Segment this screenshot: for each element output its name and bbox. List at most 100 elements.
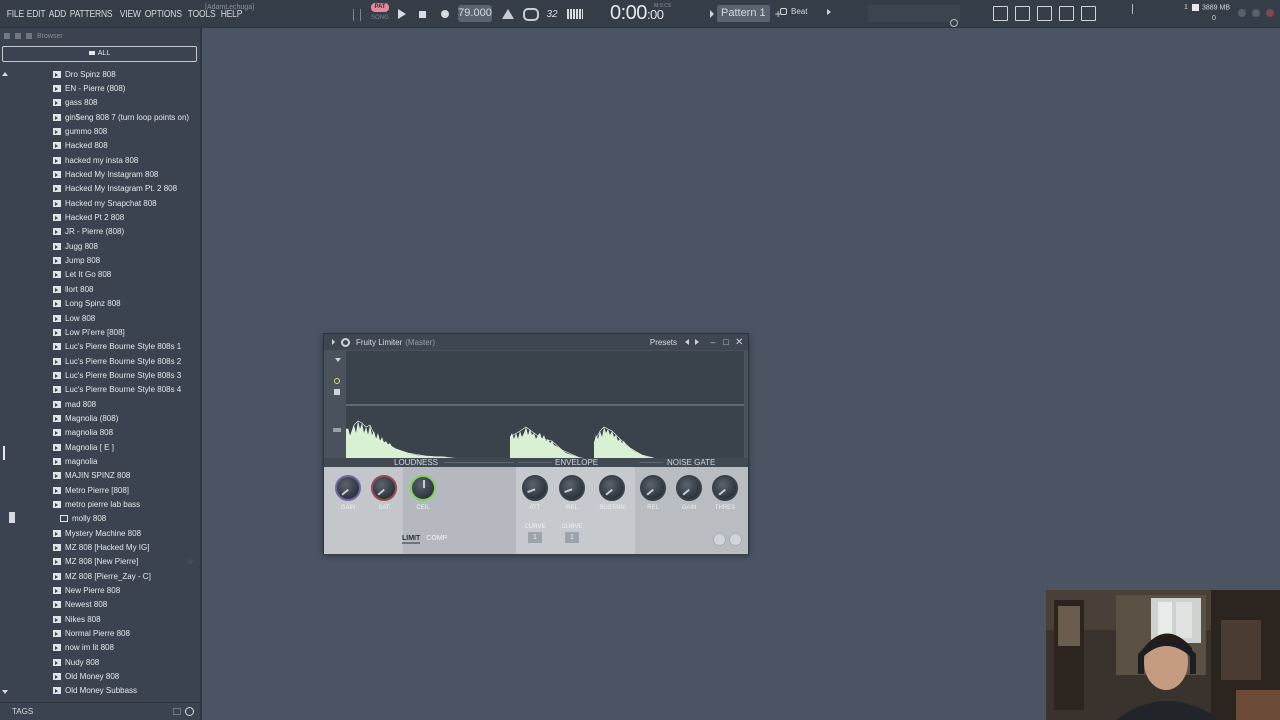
dropdown-arrow-icon[interactable] [335, 358, 341, 362]
list-item[interactable]: magnolia [0, 454, 200, 468]
scroll-down-icon[interactable] [2, 690, 8, 694]
zoom-slider[interactable] [333, 428, 341, 432]
pat-mode-label[interactable]: PAT [371, 3, 389, 12]
step-edit-icon[interactable]: 32 [544, 6, 560, 22]
scroll-position-marker[interactable] [3, 446, 5, 460]
preset-next-icon[interactable] [695, 339, 699, 345]
pencil-icon[interactable] [334, 389, 340, 395]
minimize-window-icon[interactable] [1238, 9, 1246, 17]
list-item[interactable]: Hacked My Instagram Pt. 2 808 [0, 182, 200, 196]
presets-button[interactable]: Presets [650, 338, 677, 347]
browser-back-icon[interactable] [26, 33, 32, 39]
list-item[interactable]: gin$eng 808 7 (turn loop points on) [0, 110, 200, 124]
left-button-icon[interactable] [713, 533, 726, 546]
browser-filter-all[interactable]: ALL [2, 46, 197, 62]
pattern-name[interactable]: Pattern 1 [717, 5, 770, 22]
close-window-icon[interactable] [1266, 9, 1274, 17]
song-mode-label[interactable]: SONG [371, 14, 389, 23]
list-item[interactable]: Normal Pierre 808 [0, 626, 200, 640]
snap-selector[interactable]: Beat [780, 7, 832, 16]
playlist-icon[interactable] [993, 6, 1008, 21]
list-item[interactable]: metro pierre lab bass [0, 497, 200, 511]
search-icon[interactable] [185, 707, 194, 716]
mixer-icon[interactable] [1059, 6, 1074, 21]
gear-icon[interactable] [341, 337, 350, 347]
list-item[interactable]: gass 808 [0, 96, 200, 110]
gate-release-knob[interactable] [640, 475, 666, 501]
browser-collapse-icon[interactable] [15, 33, 21, 39]
metronome-icon[interactable] [501, 6, 515, 22]
saturation-knob[interactable] [371, 475, 397, 501]
list-item[interactable]: Dro Spinz 808 [0, 67, 200, 81]
list-item[interactable]: molly 808 [0, 512, 200, 526]
list-item[interactable]: mad 808 [0, 397, 200, 411]
list-item[interactable]: Old Money 808 [0, 669, 200, 683]
collapse-tree-icon[interactable] [9, 512, 15, 523]
gate-gain-knob[interactable] [676, 475, 702, 501]
circle-tool-icon[interactable] [334, 378, 340, 384]
list-item[interactable]: MAJIN SPINZ 808 [0, 469, 200, 483]
list-item[interactable]: now im lit 808 [0, 641, 200, 655]
close-icon[interactable]: ✕ [735, 337, 743, 348]
menu-options[interactable]: OPTIONS [143, 9, 183, 20]
attack-knob[interactable] [522, 475, 548, 501]
record-icon[interactable] [439, 6, 451, 22]
release-knob[interactable] [559, 475, 585, 501]
list-item[interactable]: MZ 808 [Hacked My IG] [0, 540, 200, 554]
browser-options-icon[interactable] [4, 33, 10, 39]
menu-patterns[interactable]: PATTERNS [68, 9, 114, 20]
list-item[interactable]: MZ 808 [Pierre_Zay - C] [0, 569, 200, 583]
menu-file[interactable]: FILE [5, 9, 26, 20]
list-item[interactable]: hacked my insta 808 [0, 153, 200, 167]
maximize-window-icon[interactable] [1252, 9, 1260, 17]
list-item[interactable]: Hacked 808 [0, 139, 200, 153]
maximize-icon[interactable]: □ [722, 337, 730, 347]
list-item[interactable]: MZ 808 [New Pierre] ☆ [0, 555, 200, 569]
tab-limit[interactable]: LIMIT [402, 535, 421, 544]
list-item[interactable]: EN - Pierre (808) [0, 81, 200, 95]
pattern-arrow-icon[interactable] [710, 9, 714, 18]
list-item[interactable]: llort 808 [0, 282, 200, 296]
list-item[interactable]: Low 808 [0, 311, 200, 325]
gain-knob[interactable] [335, 475, 361, 501]
list-item[interactable]: Nikes 808 [0, 612, 200, 626]
list-item[interactable]: Luc's Pierre Bourne Style 808s 2 [0, 354, 200, 368]
list-item[interactable]: Magnolia [ E ] [0, 440, 200, 454]
list-item[interactable]: Newest 808 [0, 598, 200, 612]
play-icon[interactable] [395, 6, 409, 22]
menu-edit[interactable]: EDIT [25, 9, 47, 20]
list-item[interactable]: Jump 808 [0, 253, 200, 267]
typing-keyboard-icon[interactable] [566, 6, 584, 22]
list-item[interactable]: Jugg 808 [0, 239, 200, 253]
limiter-title-bar[interactable]: Fruity Limiter (Master) Presets – □ ✕ [324, 334, 748, 350]
channel-rack-icon[interactable] [1037, 6, 1052, 21]
chevron-right-icon[interactable] [827, 8, 832, 15]
plugin-picker-icon[interactable] [1081, 6, 1096, 21]
piano-roll-icon[interactable] [1015, 6, 1030, 21]
right-button-icon[interactable] [729, 533, 742, 546]
list-item[interactable]: New Pierre 808 [0, 583, 200, 597]
list-item[interactable]: Luc's Pierre Bourne Style 808s 4 [0, 383, 200, 397]
tab-comp[interactable]: COMP [426, 535, 447, 544]
list-item[interactable]: Luc's Pierre Bourne Style 808s 1 [0, 340, 200, 354]
pattern-selector[interactable]: Pattern 1 + [710, 4, 782, 23]
list-item[interactable]: Magnolia (808) [0, 411, 200, 425]
list-item[interactable]: Hacked Pt 2 808 [0, 210, 200, 224]
snap-icon[interactable] [353, 9, 361, 21]
pat-song-toggle[interactable]: PAT SONG [369, 3, 391, 25]
tab-noise-gate[interactable]: NOISE GATE [667, 458, 715, 467]
attack-curve-value[interactable]: 1 [528, 532, 542, 543]
tab-loudness[interactable]: LOUDNESS [394, 458, 438, 467]
list-item[interactable]: Luc's Pierre Bourne Style 808s 3 [0, 368, 200, 382]
list-item[interactable]: magnolia 808 [0, 426, 200, 440]
menu-add[interactable]: ADD [47, 9, 68, 20]
snap-label[interactable]: Beat [791, 7, 807, 16]
list-item[interactable]: Metro Pierre [808] [0, 483, 200, 497]
minimize-icon[interactable]: – [709, 337, 717, 347]
threshold-knob[interactable] [712, 475, 738, 501]
list-item[interactable]: Low Pi'erre [808] [0, 325, 200, 339]
list-item[interactable]: Mystery Machine 808 [0, 526, 200, 540]
ceiling-knob[interactable] [410, 475, 436, 501]
tab-envelope[interactable]: ENVELOPE [555, 458, 598, 467]
tempo-display[interactable]: 79.000 [458, 5, 492, 22]
